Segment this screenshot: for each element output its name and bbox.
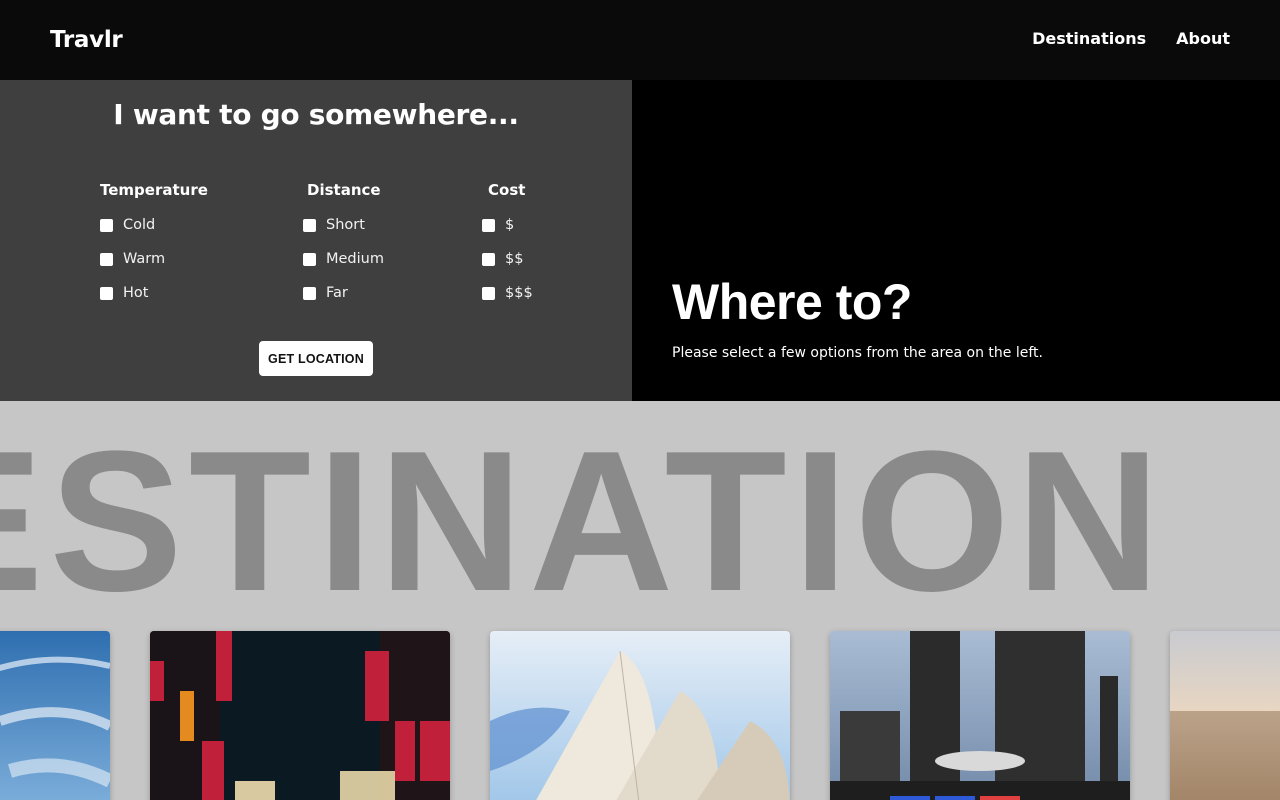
warm-checkbox[interactable] [100,252,113,266]
toronto-city-hall-photo [830,631,1130,800]
hot-checkbox[interactable] [100,286,113,300]
brand-logo[interactable]: Travlr [50,25,123,55]
option-cost-3[interactable]: $$$ [482,283,533,303]
option-cost-2[interactable]: $$ [482,249,523,269]
distance-heading: Distance [307,181,381,199]
option-label: Far [326,285,348,301]
option-warm[interactable]: Warm [100,249,165,269]
destinations-heading: ESTINATION [0,410,1167,633]
temperature-heading: Temperature [100,181,208,199]
get-location-button[interactable]: GET LOCATION [259,341,373,376]
option-label: Hot [123,285,149,301]
option-label: $ [505,217,515,233]
nav-destinations-link[interactable]: Destinations [1032,29,1146,49]
temperature-filter: Temperature Cold Warm Hot [100,180,208,301]
search-title: I want to go somewhere... [113,98,519,131]
cost-3-checkbox[interactable] [482,286,495,300]
option-label: Cold [123,217,156,233]
option-short[interactable]: Short [303,215,365,235]
option-label: Medium [326,251,384,267]
top-navbar: Travlr Destinations About [0,0,1280,80]
destinations-section: ESTINATION [0,401,1280,800]
option-label: $$$ [505,285,533,301]
destination-card-city[interactable] [1170,631,1280,800]
option-label: Warm [123,251,166,267]
city-aerial-photo [1170,631,1280,800]
option-medium[interactable]: Medium [303,249,384,269]
option-label: Short [326,217,365,233]
destination-card-toronto[interactable] [830,631,1130,800]
far-checkbox[interactable] [303,286,316,300]
nav-about-link[interactable]: About [1176,29,1230,49]
cost-2-checkbox[interactable] [482,252,495,266]
cold-checkbox[interactable] [100,218,113,232]
medium-checkbox[interactable] [303,252,316,266]
tokyo-street-photo [150,631,450,800]
destination-card-sky[interactable] [0,631,110,800]
option-label: $$ [505,251,524,267]
result-panel: Where to? Please select a few options fr… [632,80,1280,401]
destination-card-tokyo[interactable] [150,631,450,800]
result-subtitle: Please select a few options from the are… [672,345,1043,361]
cost-heading: Cost [488,181,526,199]
cost-1-checkbox[interactable] [482,218,495,232]
distance-filter: Distance Short Medium Far [303,180,384,301]
search-panel: I want to go somewhere... Temperature Co… [0,80,632,401]
destination-card-sydney[interactable] [490,631,790,800]
main-nav: Destinations About [1032,29,1230,49]
sydney-opera-photo [490,631,790,800]
option-hot[interactable]: Hot [100,283,148,303]
short-checkbox[interactable] [303,218,316,232]
result-title: Where to? [672,274,912,330]
option-far[interactable]: Far [303,283,348,303]
sky-photo [0,631,110,800]
cost-filter: Cost $ $$ $$$ [482,180,533,301]
option-cold[interactable]: Cold [100,215,155,235]
option-cost-1[interactable]: $ [482,215,514,235]
